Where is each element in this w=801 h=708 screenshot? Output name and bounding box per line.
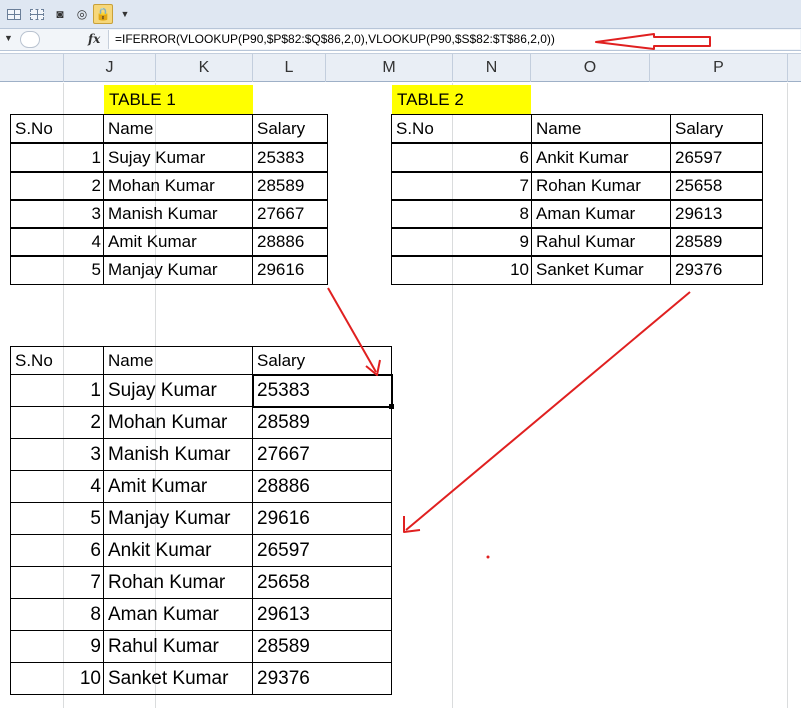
result-cell-name[interactable]: Sujay Kumar	[103, 374, 253, 407]
table1-header-name[interactable]: Name	[103, 114, 253, 143]
result-cell-salary[interactable]: 29613	[252, 598, 392, 631]
result-cell-salary[interactable]: 28589	[252, 406, 392, 439]
fill-handle[interactable]	[389, 404, 394, 409]
result-cell-salary[interactable]: 28886	[252, 470, 392, 503]
lock-icon[interactable]: 🔒	[93, 4, 113, 24]
column-header-p[interactable]: P	[650, 54, 788, 82]
result-cell-name[interactable]: Mohan Kumar	[103, 406, 253, 439]
insert-function-icon[interactable]: fx	[88, 32, 100, 46]
table2-title[interactable]: TABLE 2	[392, 85, 531, 114]
camera-icon[interactable]: ◙	[50, 4, 70, 24]
customize-toolbar-icon[interactable]: ▼	[118, 4, 132, 24]
result-cell-salary[interactable]: 25658	[252, 566, 392, 599]
table1-cell-name[interactable]: Amit Kumar	[103, 227, 253, 257]
table2-cell-name[interactable]: Rohan Kumar	[531, 171, 671, 201]
result-cell-salary[interactable]: 29616	[252, 502, 392, 535]
table2-cell-name[interactable]: Aman Kumar	[531, 199, 671, 229]
formula-input[interactable]: =IFERROR(VLOOKUP(P90,$P$82:$Q$86,2,0),VL…	[108, 30, 800, 49]
table2-cell-salary[interactable]: 28589	[670, 227, 763, 257]
result-cell-name[interactable]: Aman Kumar	[103, 598, 253, 631]
result-cell-sno[interactable]: 5	[10, 502, 104, 535]
table2-cell-salary[interactable]: 29376	[670, 255, 763, 285]
result-cell-name[interactable]: Manish Kumar	[103, 438, 253, 471]
result-cell-sno[interactable]: 3	[10, 438, 104, 471]
result-cell-sno[interactable]: 10	[10, 662, 104, 695]
result-cell-name[interactable]: Amit Kumar	[103, 470, 253, 503]
table2-cell-name[interactable]: Rahul Kumar	[531, 227, 671, 257]
result-cell-salary[interactable]: 28589	[252, 630, 392, 663]
table2-cell-name[interactable]: Sanket Kumar	[531, 255, 671, 285]
table2-header-sno[interactable]: S.No	[391, 114, 532, 143]
result-cell-name[interactable]: Manjay Kumar	[103, 502, 253, 535]
column-header-n[interactable]: N	[453, 54, 531, 82]
freeze-panes-icon[interactable]	[27, 4, 47, 24]
table1-cell-name[interactable]: Manjay Kumar	[103, 255, 253, 285]
form-icon[interactable]	[4, 4, 24, 24]
column-header-blank[interactable]	[0, 54, 64, 82]
table2-cell-sno[interactable]: 10	[391, 255, 532, 285]
result-cell-name[interactable]: Rahul Kumar	[103, 630, 253, 663]
table1-title[interactable]: TABLE 1	[104, 85, 253, 114]
result-header-salary[interactable]: Salary	[252, 346, 392, 375]
result-header-name[interactable]: Name	[103, 346, 253, 375]
result-cell-salary[interactable]: 27667	[252, 438, 392, 471]
table2-cell-salary[interactable]: 25658	[670, 171, 763, 201]
result-cell-name[interactable]: Rohan Kumar	[103, 566, 253, 599]
table2-header-name[interactable]: Name	[531, 114, 671, 143]
quick-access-toolbar: ◙ ◎ 🔒 ▼	[0, 0, 801, 29]
column-header-m[interactable]: M	[326, 54, 453, 82]
column-header-j[interactable]: J	[64, 54, 156, 82]
result-cell-sno[interactable]: 8	[10, 598, 104, 631]
result-header-sno[interactable]: S.No	[10, 346, 104, 375]
table2-cell-name[interactable]: Ankit Kumar	[531, 143, 671, 173]
table1-header-salary[interactable]: Salary	[252, 114, 328, 143]
table1-cell-sno[interactable]: 5	[10, 255, 104, 285]
column-header-o[interactable]: O	[531, 54, 650, 82]
table1-cell-salary[interactable]: 29616	[252, 255, 328, 285]
table2-header-salary[interactable]: Salary	[670, 114, 763, 143]
table2-cell-sno[interactable]: 7	[391, 171, 532, 201]
table1-cell-sno[interactable]: 4	[10, 227, 104, 257]
table2-cell-sno[interactable]: 6	[391, 143, 532, 173]
result-cell-name[interactable]: Sanket Kumar	[103, 662, 253, 695]
table1-cell-name[interactable]: Mohan Kumar	[103, 171, 253, 201]
result-cell-sno[interactable]: 1	[10, 374, 104, 407]
table1-cell-salary[interactable]: 28589	[252, 171, 328, 201]
table2-cell-sno[interactable]: 8	[391, 199, 532, 229]
column-header-k[interactable]: K	[156, 54, 253, 82]
name-box-expand-button[interactable]	[20, 31, 40, 48]
result-cell-sno[interactable]: 4	[10, 470, 104, 503]
column-header-l[interactable]: L	[253, 54, 326, 82]
result-cell-sno[interactable]: 2	[10, 406, 104, 439]
table1-cell-sno[interactable]: 1	[10, 143, 104, 173]
table1-header-sno[interactable]: S.No	[10, 114, 104, 143]
result-cell-sno[interactable]: 6	[10, 534, 104, 567]
table2-cell-salary[interactable]: 26597	[670, 143, 763, 173]
result-cell-name[interactable]: Ankit Kumar	[103, 534, 253, 567]
record-macro-icon[interactable]: ◎	[72, 4, 92, 24]
formula-bar: ▼ fx =IFERROR(VLOOKUP(P90,$P$82:$Q$86,2,…	[0, 29, 801, 51]
table2-cell-salary[interactable]: 29613	[670, 199, 763, 229]
table1-cell-salary[interactable]: 27667	[252, 199, 328, 229]
result-cell-sno[interactable]: 9	[10, 630, 104, 663]
result-cell-salary[interactable]: 26597	[252, 534, 392, 567]
result-cell-salary[interactable]: 29376	[252, 662, 392, 695]
table1-cell-salary[interactable]: 28886	[252, 227, 328, 257]
result-cell-sno[interactable]: 7	[10, 566, 104, 599]
table2-cell-sno[interactable]: 9	[391, 227, 532, 257]
table1-cell-sno[interactable]: 2	[10, 171, 104, 201]
active-cell-selection[interactable]	[252, 374, 393, 408]
table1-cell-name[interactable]: Sujay Kumar	[103, 143, 253, 173]
column-headers: J K L M N O P	[0, 53, 801, 82]
table1-cell-salary[interactable]: 25383	[252, 143, 328, 173]
table1-cell-sno[interactable]: 3	[10, 199, 104, 229]
name-box-dropdown-icon[interactable]: ▼	[4, 33, 13, 43]
table1-cell-name[interactable]: Manish Kumar	[103, 199, 253, 229]
